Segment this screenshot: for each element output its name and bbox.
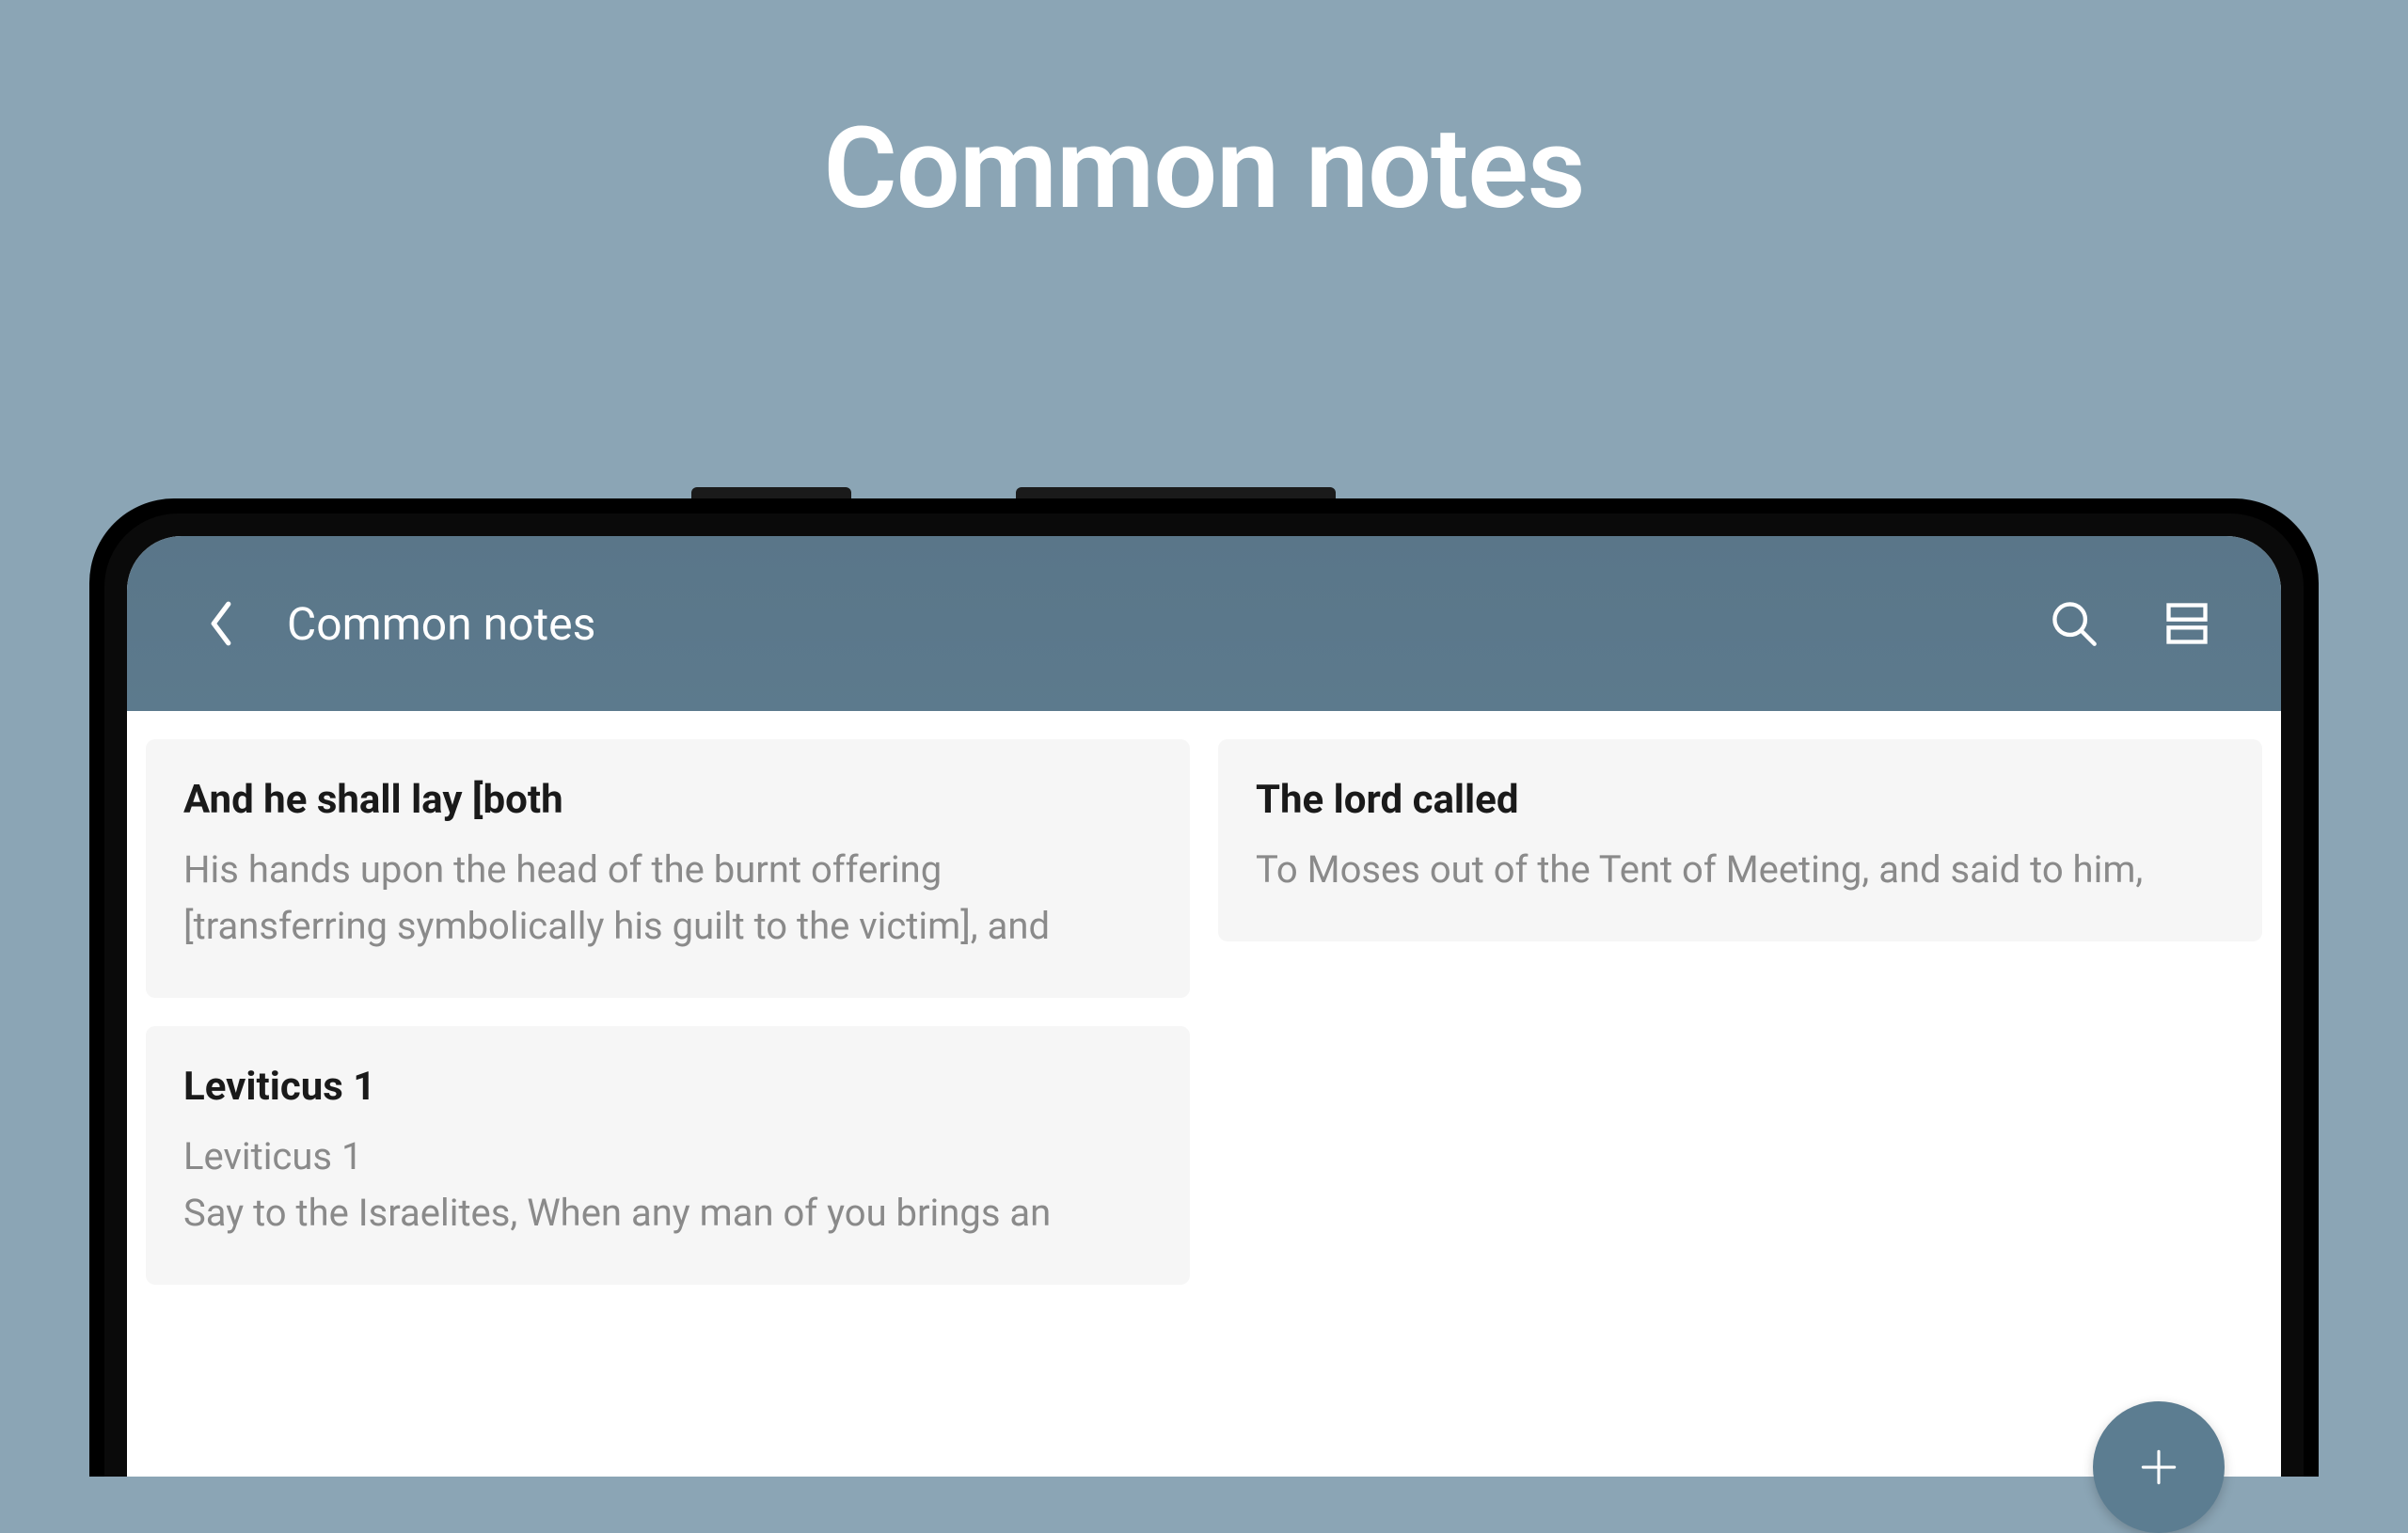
header-actions <box>2046 595 2215 652</box>
note-body: His hands upon the head of the burnt off… <box>183 842 1152 955</box>
note-title: The lord called <box>1256 777 2225 823</box>
phone-screen: Common notes <box>127 536 2281 1477</box>
note-body: To Moses out of the Tent of Meeting, and… <box>1256 842 2225 898</box>
page-title: Common notes <box>0 103 2408 235</box>
back-button[interactable] <box>193 595 249 652</box>
note-card[interactable]: And he shall lay [both His hands upon th… <box>146 739 1190 998</box>
app-header-title: Common notes <box>287 597 2046 651</box>
plus-icon <box>2135 1444 2182 1491</box>
app-header: Common notes <box>127 536 2281 711</box>
note-card[interactable]: Leviticus 1 Leviticus 1 Say to the Israe… <box>146 1026 1190 1285</box>
layout-toggle-button[interactable] <box>2159 595 2215 652</box>
search-icon <box>2050 599 2099 648</box>
add-note-fab[interactable] <box>2093 1401 2225 1533</box>
notes-column-right: The lord called To Moses out of the Tent… <box>1218 739 2262 1285</box>
note-title: Leviticus 1 <box>183 1064 1152 1110</box>
notes-column-left: And he shall lay [both His hands upon th… <box>146 739 1190 1285</box>
note-body: Leviticus 1 Say to the Israelites, When … <box>183 1129 1152 1241</box>
list-layout-icon <box>2162 599 2211 648</box>
phone-frame: Common notes <box>89 498 2319 1477</box>
search-button[interactable] <box>2046 595 2102 652</box>
phone-mockup: Common notes <box>89 498 2319 1477</box>
note-title: And he shall lay [both <box>183 777 1152 823</box>
phone-hardware-buttons <box>89 487 2319 498</box>
notes-grid: And he shall lay [both His hands upon th… <box>127 711 2281 1313</box>
note-card[interactable]: The lord called To Moses out of the Tent… <box>1218 739 2262 941</box>
chevron-left-icon <box>206 599 236 648</box>
